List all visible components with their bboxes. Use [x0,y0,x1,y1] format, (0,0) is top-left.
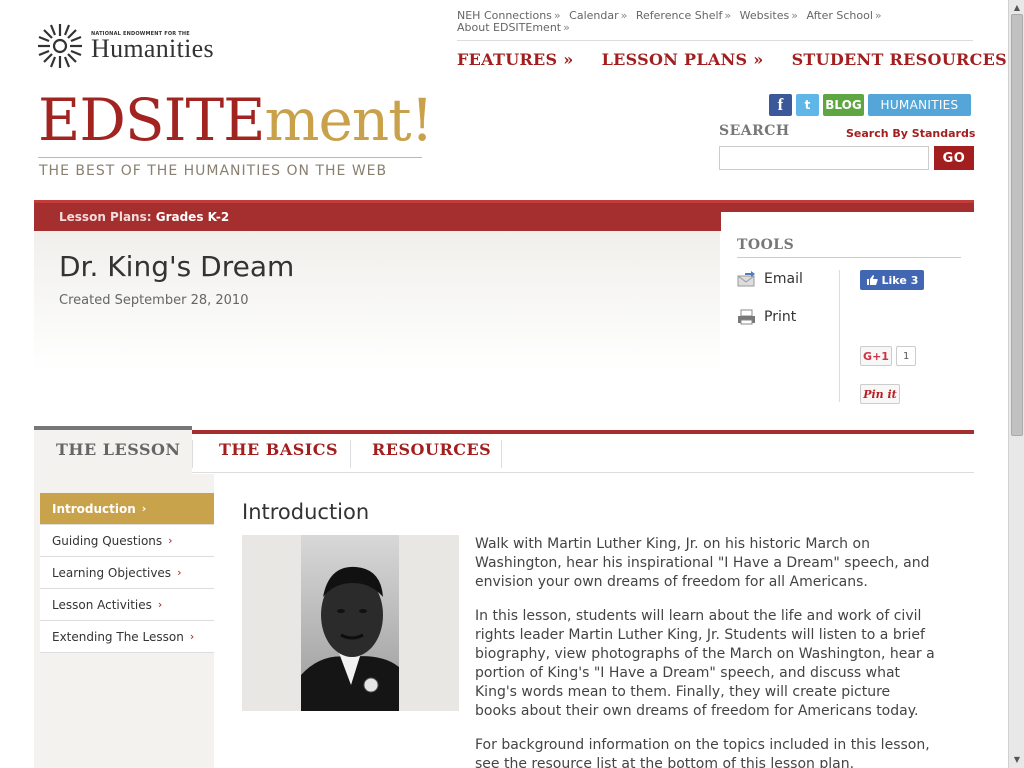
nav-features[interactable]: FEATURES » [457,50,574,69]
toplink-separator: » [563,21,570,34]
chevron-right-icon: › [141,502,147,515]
facebook-like-button[interactable]: Like 3 [860,270,924,290]
google-plus-widget[interactable]: G+1 1 [860,346,917,366]
brand-part1: EDSITE [38,86,266,154]
toplink-separator: » [874,9,882,22]
sidenav-learning-objectives[interactable]: Learning Objectives › [40,557,214,589]
nav-lesson-plans[interactable]: LESSON PLANS » [602,50,764,69]
email-tool[interactable]: Email [737,271,803,287]
toplink-separator: » [724,9,732,22]
print-label: Print [764,309,797,325]
breadcrumb-prefix: Lesson Plans: [59,210,152,224]
scroll-up-arrow-icon[interactable]: ▲ [1009,0,1024,14]
chevron-right-icon: › [157,598,163,611]
scroll-thumb[interactable] [1011,14,1023,436]
like-label: Like [881,273,907,287]
mlk-photo [301,535,399,711]
edsitement-logo[interactable]: EDSITEment! [38,86,434,154]
intro-paragraph: In this lesson, students will learn abou… [475,608,935,719]
tools-divider [737,257,961,258]
search-by-standards-link[interactable]: Search By Standards [846,127,975,140]
main-nav: FEATURES » LESSON PLANS » STUDENT RESOUR… [457,50,1008,69]
chevron-right-icon: › [189,630,195,643]
thumbs-up-icon [866,275,878,285]
section-heading: Introduction [242,500,370,524]
tools-column-divider [839,270,840,402]
sidenav-label: Extending The Lesson [52,629,184,644]
tab-separator [192,440,193,468]
toplink-separator: » [791,9,798,22]
lesson-side-nav: Introduction › Guiding Questions › Learnin… [40,493,214,653]
like-count: 3 [910,273,919,287]
neh-emblem-icon [38,24,82,68]
tab-resources[interactable]: RESOURCES [372,440,491,459]
neh-logo[interactable]: NATIONAL ENDOWMENT FOR THE Humanities [36,22,236,70]
tools-label: TOOLS [737,237,795,253]
chevron-right-icon: › [168,534,173,547]
top-links: NEH Connections» Calendar» Reference She… [457,10,897,34]
search-go-button[interactable]: GO [934,146,974,170]
sidenav-guiding-questions[interactable]: Guiding Questions › [40,525,214,557]
twitter-icon[interactable]: t [796,94,819,116]
brand-divider [38,157,422,158]
print-tool[interactable]: Print [737,309,796,325]
humanities-button[interactable]: HUMANITIES [868,94,971,116]
social-links: f t BLOG HUMANITIES [769,94,971,116]
tagline: THE BEST OF THE HUMANITIES ON THE WEB [39,163,388,179]
sidenav-label: Introduction [52,501,136,516]
intro-paragraph: For background information on the topics… [475,737,930,768]
toplink-after-school[interactable]: After School [806,9,872,22]
toplink-calendar[interactable]: Calendar [569,9,618,22]
page: NATIONAL ENDOWMENT FOR THE Humanities NE… [0,0,1008,768]
neh-big-text: Humanities [91,34,214,63]
breadcrumb-value[interactable]: Grades K-2 [156,210,230,224]
search-label: SEARCH [719,123,790,139]
facebook-icon[interactable]: f [769,94,792,116]
chevron-right-icon: › [177,566,182,579]
tab-the-basics[interactable]: THE BASICS [219,440,338,459]
toplink-separator: » [620,9,628,22]
print-icon [738,309,755,325]
mlk-portrait-image [301,535,399,711]
sidenav-label: Lesson Activities [52,597,152,612]
tab-the-lesson[interactable]: THE LESSON [56,440,181,459]
blog-button[interactable]: BLOG [823,94,864,116]
sidenav-lesson-activities[interactable]: Lesson Activities › [40,589,214,621]
tab-separator [350,440,351,468]
nav-student-resources[interactable]: STUDENT RESOURCES » [792,50,1008,69]
toplink-reference-shelf[interactable]: Reference Shelf [636,9,723,22]
top-divider [457,40,973,41]
breadcrumb: Lesson Plans: Grades K-2 [59,210,229,224]
search-input[interactable] [719,146,929,170]
created-date: Created September 28, 2010 [59,293,249,308]
vertical-scrollbar[interactable]: ▲ ▼ [1008,0,1024,768]
intro-paragraph: Walk with Martin Luther King, Jr. on his… [475,536,930,590]
sidenav-extending-the-lesson[interactable]: Extending The Lesson › [40,621,214,653]
pinterest-button[interactable]: Pin it [860,384,900,404]
tab-separator [501,440,502,468]
toplink-about[interactable]: About EDSITEment [457,21,561,34]
scroll-down-arrow-icon[interactable]: ▼ [1009,752,1024,766]
sidenav-introduction[interactable]: Introduction › [40,493,214,525]
page-title: Dr. King's Dream [59,250,295,283]
sidenav-label: Learning Objectives [52,565,172,580]
email-icon [737,271,755,287]
email-label: Email [764,271,803,287]
brand-part2: ment! [264,86,434,154]
google-plus-icon[interactable]: G+1 [860,346,892,366]
toplink-websites[interactable]: Websites [740,9,790,22]
google-plus-count: 1 [896,346,917,366]
sidenav-label: Guiding Questions [52,533,163,548]
